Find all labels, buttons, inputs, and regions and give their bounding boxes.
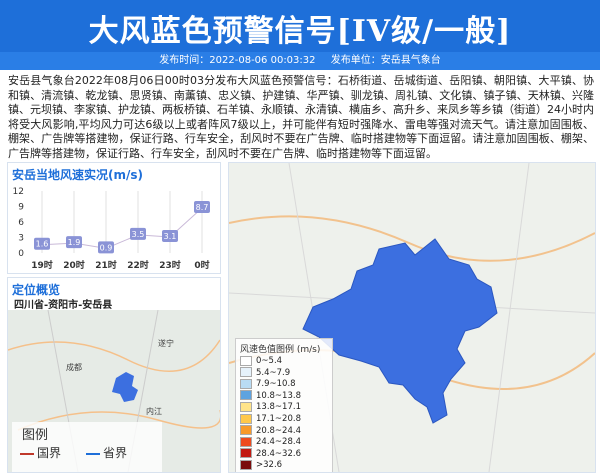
national-border-swatch — [20, 452, 34, 455]
warning-title: 大风蓝色预警信号[IV级/一般] — [88, 14, 512, 49]
x-tick-label: 23时 — [159, 259, 181, 271]
wind-color-legend-item: 0~5.4 — [240, 355, 282, 367]
color-swatch — [240, 355, 252, 366]
color-swatch — [240, 448, 252, 459]
wind-speed-panel: 安岳当地风速实况(m/s) 12 9 6 3 0 1.6 19时 1.9 20时 0.9 21时 3.… — [7, 162, 221, 274]
x-tick-label: 19时 — [31, 259, 53, 271]
wind-color-legend-item: >32.6 — [240, 459, 282, 471]
wind-color-legend-item: 5.4~7.9 — [240, 367, 290, 379]
legend-national: 国界 — [20, 444, 61, 461]
location-overview-panel: 定位概览 四川省-资阳市-安岳县 成都 遂宁 内江 图例 国界 省界 — [7, 277, 221, 473]
color-swatch — [240, 413, 252, 424]
wind-color-legend-item: 24.4~28.4 — [240, 436, 301, 448]
header-banner: 大风蓝色预警信号[IV级/一般] 发布时间：2022-08-06 00:03:3… — [0, 0, 600, 70]
color-swatch — [240, 390, 252, 401]
wind-color-legend-item: 7.9~10.8 — [240, 378, 296, 390]
wind-speed-chart: 12 9 6 3 0 1.6 19时 1.9 20时 0.9 21时 3.5 22时 3.1 23时 8.7 0… — [13, 187, 210, 271]
city-label-suining: 遂宁 — [158, 338, 174, 348]
location-legend: 图例 国界 省界 — [12, 422, 162, 472]
legend-national-label: 国界 — [37, 446, 62, 460]
wind-speed-value-label: 3.5 — [132, 230, 145, 239]
wind-color-legend-item: 28.4~32.6 — [240, 448, 301, 460]
publisher: 发布单位：安岳县气象台 — [330, 55, 441, 66]
color-range-label: 10.8~13.8 — [256, 390, 301, 401]
color-range-label: >32.6 — [256, 460, 283, 471]
color-swatch — [240, 378, 252, 389]
color-range-label: 24.4~28.4 — [256, 437, 301, 448]
color-swatch — [240, 459, 252, 470]
wind-speed-value-label: 8.7 — [196, 203, 209, 212]
color-swatch — [240, 401, 252, 412]
legend-province-label: 省界 — [103, 446, 128, 460]
wind-speed-value-label: 1.9 — [68, 238, 81, 247]
color-swatch — [240, 425, 252, 436]
wind-speed-value-label: 3.1 — [164, 232, 177, 241]
color-swatch — [240, 367, 252, 378]
wind-color-legend: 风速色值图例 (m/s) 0~5.4 5.4~7.9 7.9~10.8 10.8~13… — [235, 338, 333, 472]
wind-color-legend-item: 20.8~24.4 — [240, 425, 301, 437]
location-map: 成都 遂宁 内江 图例 国界 省界 — [8, 310, 220, 472]
color-range-label: 17.1~20.8 — [256, 414, 301, 424]
province-border-swatch — [86, 452, 100, 455]
city-label-chengdu: 成都 — [66, 362, 82, 372]
warning-notice-text: 安岳县气象台2022年08月06日00时03分发布大风蓝色预警信号：石桥街道、岳… — [8, 74, 594, 160]
wind-color-legend-title: 风速色值图例 (m/s) — [240, 345, 321, 355]
wind-color-legend-item: 17.1~20.8 — [240, 413, 301, 425]
x-tick-label: 0时 — [194, 259, 209, 271]
legend-province: 省界 — [86, 444, 127, 461]
city-label-neijiang: 内江 — [146, 406, 162, 416]
wind-color-legend-item: 10.8~13.8 — [240, 390, 301, 402]
x-tick-label: 21时 — [95, 259, 117, 271]
color-range-label: 7.9~10.8 — [256, 379, 296, 390]
publish-info-bar: 发布时间：2022-08-06 00:03:32 发布单位：安岳县气象台 — [0, 52, 600, 70]
color-range-label: 20.8~24.4 — [256, 425, 301, 436]
color-range-label: 28.4~32.6 — [256, 448, 301, 459]
y-tick-label: 9 — [18, 203, 24, 213]
legend-title: 图例 — [22, 428, 49, 443]
color-swatch — [240, 436, 252, 447]
color-range-label: 13.8~17.1 — [256, 402, 301, 413]
y-tick-label: 12 — [13, 187, 24, 197]
wind-color-legend-item: 13.8~17.1 — [240, 401, 301, 413]
color-range-label: 5.4~7.9 — [256, 367, 291, 378]
publish-time: 发布时间：2022-08-06 00:03:32 — [159, 55, 316, 66]
y-tick-label: 3 — [18, 234, 24, 244]
wind-speed-value-label: 0.9 — [100, 243, 113, 252]
y-tick-label: 6 — [18, 218, 24, 228]
color-range-label: 0~5.4 — [256, 356, 283, 366]
x-tick-label: 22时 — [127, 259, 149, 271]
wind-speed-value-label: 1.6 — [36, 240, 49, 249]
location-name: 四川省-资阳市-安岳县 — [14, 300, 113, 311]
warning-area-map: 风速色值图例 (m/s) 0~5.4 5.4~7.9 7.9~10.8 10.8~13… — [228, 162, 596, 473]
x-tick-label: 20时 — [63, 259, 85, 271]
y-tick-label: 0 — [18, 249, 24, 259]
